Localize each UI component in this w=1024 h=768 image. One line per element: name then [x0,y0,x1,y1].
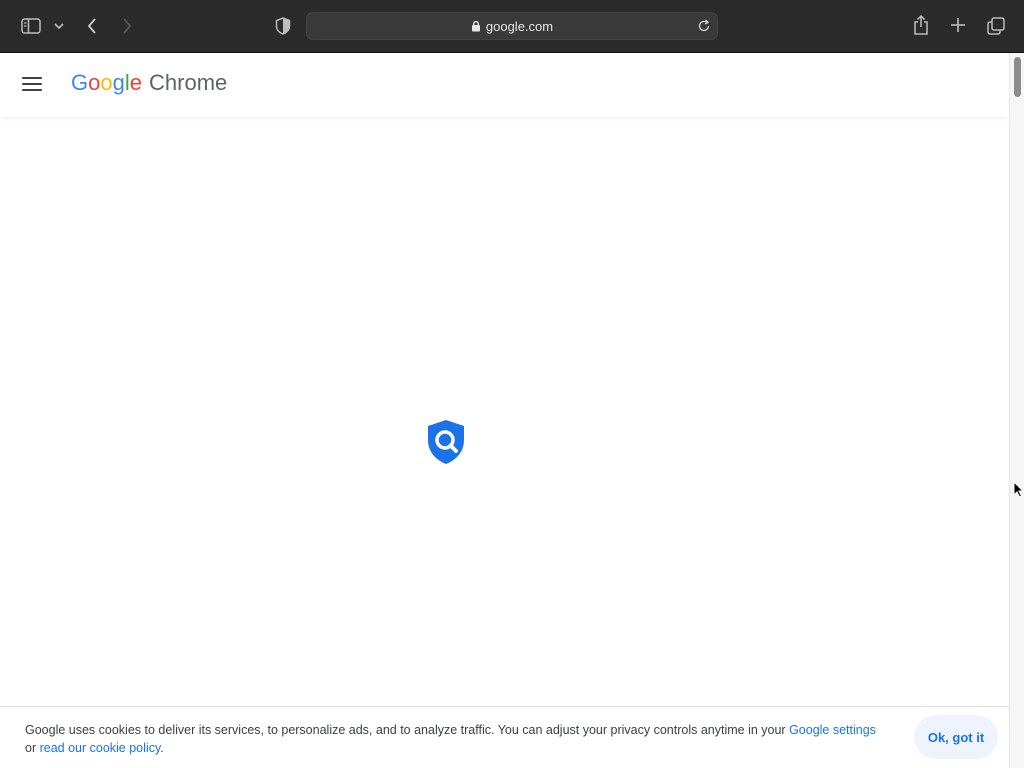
new-tab-icon[interactable] [949,16,967,34]
chevron-down-icon[interactable] [53,20,65,32]
address-bar[interactable]: google.com [306,12,718,40]
mouse-cursor-icon [1013,480,1024,503]
cookie-policy-link[interactable]: read our cookie policy [40,741,161,755]
logo-letter: g [112,70,125,95]
logo-letter: o [100,70,113,95]
logo-letter: e [129,70,143,95]
tabs-overview-icon[interactable] [986,16,1006,36]
cookie-banner: Google uses cookies to deliver its servi… [0,706,1009,768]
hamburger-menu-icon[interactable] [20,74,44,94]
cookie-text-end: . [160,741,164,755]
sidebar-icon[interactable] [20,16,42,36]
web-page: Google Chrome [0,53,1009,768]
product-name: Chrome [149,70,228,95]
google-chrome-logo[interactable]: Google Chrome [71,70,227,96]
forward-icon[interactable] [119,16,135,36]
browser-toolbar: google.com [0,0,1024,53]
ok-got-it-button[interactable]: Ok, got it [914,715,998,759]
lock-icon [471,20,481,32]
reload-icon[interactable] [697,19,711,33]
site-header: Google Chrome [0,53,1009,117]
scrollbar-thumb[interactable] [1014,57,1021,97]
cookie-text-or: or [25,741,40,755]
shield-search-icon [424,418,468,466]
cookie-text: Google uses cookies to deliver its servi… [25,721,895,757]
cookie-text-main: Google uses cookies to deliver its servi… [25,723,790,737]
google-settings-link[interactable]: Google settings [789,723,876,737]
back-icon[interactable] [84,16,100,36]
privacy-shield-icon[interactable] [274,16,292,36]
logo-letter: o [88,70,101,95]
scrollbar[interactable] [1009,53,1024,768]
url-text: google.com [485,18,554,34]
share-icon[interactable] [912,14,930,36]
logo-letter: G [71,70,89,95]
